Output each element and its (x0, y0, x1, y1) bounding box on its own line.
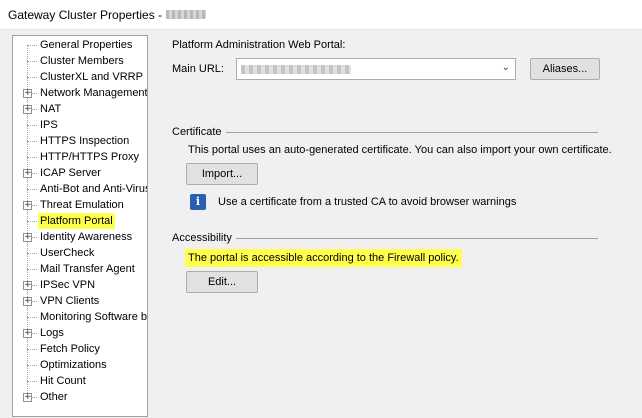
accessibility-divider (236, 238, 598, 239)
aliases-button[interactable]: Aliases... (530, 58, 600, 80)
expand-plus-icon[interactable]: + (23, 89, 32, 98)
tree-item[interactable]: HTTPS Inspection (13, 133, 147, 149)
tree-branch-line (27, 349, 37, 350)
tree-branch-line (27, 125, 37, 126)
certificate-divider (226, 132, 598, 133)
accessibility-status-text: The portal is accessible according to th… (185, 249, 462, 267)
tree-item-label: Hit Count (40, 375, 86, 387)
tree-branch-line (27, 189, 37, 190)
tree-item[interactable]: Anti-Bot and Anti-Virus (13, 181, 148, 197)
tree-item-label: Logs (40, 327, 64, 339)
tree-item[interactable]: ClusterXL and VRRP (13, 69, 147, 85)
tree-item-label: VPN Clients (40, 295, 100, 307)
window-title: Gateway Cluster Properties - (8, 7, 163, 22)
tree-branch-line (27, 269, 37, 270)
window-titlebar: Gateway Cluster Properties - (0, 0, 642, 30)
chevron-down-icon[interactable]: ⌄ (502, 62, 510, 73)
expand-plus-icon[interactable]: + (23, 297, 32, 306)
expand-plus-icon[interactable]: + (23, 233, 32, 242)
tree-item-label: Platform Portal (38, 213, 115, 229)
redacted-url-value (241, 65, 351, 74)
platform-portal-pane: Platform Administration Web Portal: Main… (160, 30, 642, 418)
tree-branch-line (27, 381, 37, 382)
tree-branch-line (27, 77, 37, 78)
tree-item[interactable]: Fetch Policy (13, 341, 147, 357)
tree-branch-line (27, 317, 37, 318)
tree-item[interactable]: + NAT (13, 101, 147, 117)
tree-item[interactable]: + VPN Clients (13, 293, 147, 309)
tree-item-label: HTTPS Inspection (40, 135, 130, 147)
expand-plus-icon[interactable]: + (23, 201, 32, 210)
tree-item-label: General Properties (40, 39, 133, 51)
expand-plus-icon[interactable]: + (23, 393, 32, 402)
tree-item-label: Optimizations (40, 359, 107, 371)
expand-plus-icon[interactable]: + (23, 281, 32, 290)
tree-branch-line (27, 157, 37, 158)
tree-item[interactable]: + Network Management (13, 85, 148, 101)
tree-item-label: HTTP/HTTPS Proxy (40, 151, 140, 163)
tree-item-label: IPS (40, 119, 58, 131)
tree-item[interactable]: + Identity Awareness (13, 229, 147, 245)
tree-item-label: Threat Emulation (40, 199, 124, 211)
tree-item-label: Network Management (40, 87, 148, 99)
expand-plus-icon[interactable]: + (23, 105, 32, 114)
expand-plus-icon[interactable]: + (23, 169, 32, 178)
tree-item[interactable]: Platform Portal (13, 213, 147, 229)
tree-item[interactable]: Monitoring Software bla (13, 309, 148, 325)
accessibility-group-title: Accessibility (172, 232, 232, 244)
tree-item[interactable]: Cluster Members (13, 53, 147, 69)
navigation-tree[interactable]: General Properties Cluster Members Cluster… (12, 35, 148, 417)
redacted-object-name (166, 10, 207, 19)
tree-item[interactable]: IPS (13, 117, 147, 133)
portal-heading: Platform Administration Web Portal: (172, 39, 346, 51)
main-url-label: Main URL: (172, 63, 224, 75)
tree-item-label: Anti-Bot and Anti-Virus (40, 183, 148, 195)
import-button[interactable]: Import... (186, 163, 258, 185)
tree-item-label: Identity Awareness (40, 231, 133, 243)
tree-item[interactable]: + Logs (13, 325, 147, 341)
info-icon: i (190, 194, 206, 210)
tree-branch-line (27, 253, 37, 254)
tree-branch-line (27, 61, 37, 62)
tree-item[interactable]: + IPSec VPN (13, 277, 147, 293)
tree-item-label: Cluster Members (40, 55, 124, 67)
tree-item[interactable]: + Other (13, 389, 147, 405)
tree-item-label: NAT (40, 103, 62, 115)
tree-item-label: IPSec VPN (40, 279, 96, 291)
dialog-body: General Properties Cluster Members Cluster… (0, 30, 642, 418)
tree-item[interactable]: + Threat Emulation (13, 197, 147, 213)
main-url-combobox[interactable]: ⌄ (236, 58, 516, 80)
tree-item[interactable]: General Properties (13, 37, 147, 53)
tree-item-label: UserCheck (40, 247, 95, 259)
tree-branch-line (27, 45, 37, 46)
tree-item[interactable]: Optimizations (13, 357, 147, 373)
tree-branch-line (27, 221, 37, 222)
tree-item-label: Monitoring Software bla (40, 311, 148, 323)
certificate-info-text: Use a certificate from a trusted CA to a… (218, 196, 517, 208)
tree-item-label: Other (40, 391, 68, 403)
certificate-description: This portal uses an auto-generated certi… (188, 144, 612, 156)
tree-branch-line (27, 141, 37, 142)
expand-plus-icon[interactable]: + (23, 329, 32, 338)
tree-item-label: ClusterXL and VRRP (40, 71, 143, 83)
tree-item-label: Mail Transfer Agent (40, 263, 135, 275)
tree-item[interactable]: Mail Transfer Agent (13, 261, 147, 277)
edit-button[interactable]: Edit... (186, 271, 258, 293)
certificate-group-title: Certificate (172, 126, 222, 138)
tree-item-label: ICAP Server (40, 167, 101, 179)
tree-item[interactable]: + ICAP Server (13, 165, 147, 181)
tree-item[interactable]: UserCheck (13, 245, 147, 261)
tree-item-label: Fetch Policy (40, 343, 100, 355)
tree-branch-line (27, 365, 37, 366)
tree-item[interactable]: HTTP/HTTPS Proxy (13, 149, 147, 165)
tree-item[interactable]: Hit Count (13, 373, 147, 389)
